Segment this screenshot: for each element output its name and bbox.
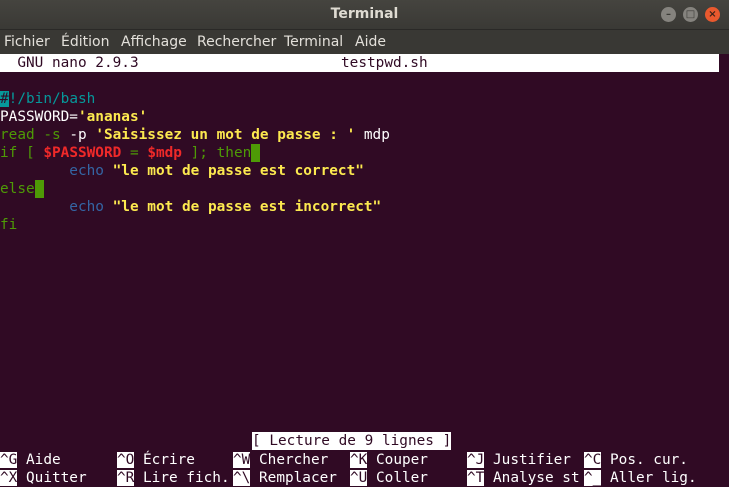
shortcut-spell[interactable]: ^T Analyse st (467, 469, 580, 487)
menu-edition[interactable]: Édition (61, 34, 109, 50)
trailing-space-marker (34, 180, 44, 198)
menu-bar: Fichier Édition Affichage Rechercher Ter… (0, 30, 729, 54)
code-line-5: echo "le mot de passe est correct" (0, 163, 364, 179)
shortcut-justify[interactable]: ^J Justifier (467, 451, 571, 469)
window-controls: – □ × (661, 7, 720, 22)
window-title: Terminal (330, 6, 399, 22)
shortcut-cut[interactable]: ^K Couper (350, 451, 428, 469)
code-line-1: #!/bin/bash (0, 91, 96, 107)
code-line-2: PASSWORD='ananas' (0, 109, 148, 125)
shortcut-help[interactable]: ^G Aide (0, 451, 61, 469)
scrollbar[interactable] (719, 54, 729, 72)
shortcut-replace[interactable]: ^\ Remplacer (233, 469, 337, 487)
nano-header: GNU nano 2.9.3 testpwd.sh (0, 54, 719, 72)
nano-filename: testpwd.sh (341, 55, 428, 71)
code-line-8: fi (0, 217, 18, 233)
minimize-icon[interactable]: – (661, 7, 676, 22)
menu-fichier[interactable]: Fichier (4, 34, 50, 50)
menu-rechercher[interactable]: Rechercher (197, 34, 276, 50)
window-titlebar: Terminal – □ × (0, 0, 729, 30)
shortcut-search[interactable]: ^W Chercher (233, 451, 328, 469)
code-line-4: if [ $PASSWORD = $mdp ]; then (0, 144, 261, 162)
menu-terminal[interactable]: Terminal (284, 34, 343, 50)
shortcut-read-file[interactable]: ^R Lire fich. (117, 469, 230, 487)
shortcut-goto-line[interactable]: ^_ Aller lig. (584, 469, 697, 487)
menu-affichage[interactable]: Affichage (121, 34, 187, 50)
shortcut-exit[interactable]: ^X Quitter (0, 469, 87, 487)
shortcut-cur-pos[interactable]: ^C Pos. cur. (584, 451, 688, 469)
terminal-area[interactable]: GNU nano 2.9.3 testpwd.sh #!/bin/bash PA… (0, 54, 729, 487)
menu-aide[interactable]: Aide (355, 34, 386, 50)
code-line-3: read -s -p 'Saisissez un mot de passe : … (0, 127, 390, 143)
code-line-6: else (0, 180, 44, 198)
code-line-7: echo "le mot de passe est incorrect" (0, 199, 382, 215)
close-icon[interactable]: × (705, 7, 720, 22)
nano-version: GNU nano 2.9.3 (0, 55, 139, 71)
trailing-space-marker (251, 144, 261, 162)
shortcut-write[interactable]: ^O Écrire (117, 451, 195, 469)
status-message: [ Lecture de 9 lignes ] (252, 432, 452, 450)
shortcut-paste[interactable]: ^U Coller (350, 469, 428, 487)
maximize-icon[interactable]: □ (683, 7, 698, 22)
